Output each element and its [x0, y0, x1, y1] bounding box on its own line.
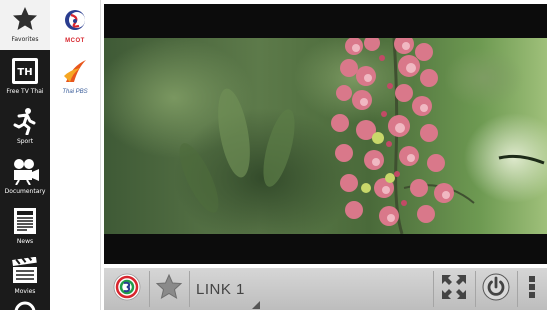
clapperboard-icon [8, 256, 42, 286]
video-player[interactable] [104, 4, 547, 264]
sidebar-item-label: Free TV Thai [6, 88, 44, 95]
mcot-logo [57, 9, 93, 38]
channel-mcot[interactable]: MCOT [50, 4, 100, 48]
channel-list: MCOT Thai PBS [50, 0, 101, 310]
circle-icon [13, 300, 37, 310]
channel-3-button[interactable] [106, 270, 148, 308]
sidebar-item-label: Sport [16, 138, 34, 145]
sidebar-item-label: Favorites [11, 36, 39, 43]
category-sidebar: Favorites TH Free TV Thai Sport Document… [0, 0, 50, 310]
dropdown-corner-icon [252, 296, 260, 314]
sidebar-item-label: Movies [14, 288, 36, 295]
link-label: LINK 1 [196, 281, 245, 298]
channel-3-logo [113, 273, 141, 306]
power-icon [482, 273, 510, 306]
player-control-bar: LINK 1 [104, 268, 547, 310]
movie-camera-icon [8, 156, 42, 186]
channel-name: MCOT [65, 37, 85, 44]
sidebar-item-more[interactable] [0, 300, 50, 310]
fullscreen-icon [440, 273, 468, 306]
sidebar-item-news[interactable]: News [0, 202, 50, 252]
star-icon [155, 273, 183, 306]
menu-button[interactable] [518, 270, 546, 308]
newspaper-icon [8, 206, 42, 236]
power-button[interactable] [476, 270, 516, 308]
favorite-button[interactable] [150, 270, 188, 308]
more-vertical-icon [527, 273, 537, 306]
channel-thai-pbs[interactable]: Thai PBS [50, 54, 100, 98]
sidebar-item-movies[interactable]: Movies [0, 252, 50, 302]
sidebar-item-documentary[interactable]: Documentary [0, 152, 50, 202]
runner-icon [8, 106, 42, 136]
sidebar-item-sport[interactable]: Sport [0, 102, 50, 152]
tv-th-icon: TH [8, 56, 42, 86]
channel-name: Thai PBS [62, 88, 88, 95]
star-icon [8, 4, 42, 34]
sidebar-item-free-tv-thai[interactable]: TH Free TV Thai [0, 52, 50, 102]
fullscreen-button[interactable] [434, 270, 474, 308]
sidebar-item-favorites[interactable]: Favorites [0, 0, 50, 50]
svg-text:TH: TH [17, 67, 32, 78]
thaipbs-logo [60, 58, 90, 89]
video-frame [104, 38, 547, 234]
sidebar-item-label: News [16, 238, 34, 245]
sidebar-item-label: Documentary [4, 188, 46, 195]
link-selector[interactable]: LINK 1 [190, 270, 264, 309]
